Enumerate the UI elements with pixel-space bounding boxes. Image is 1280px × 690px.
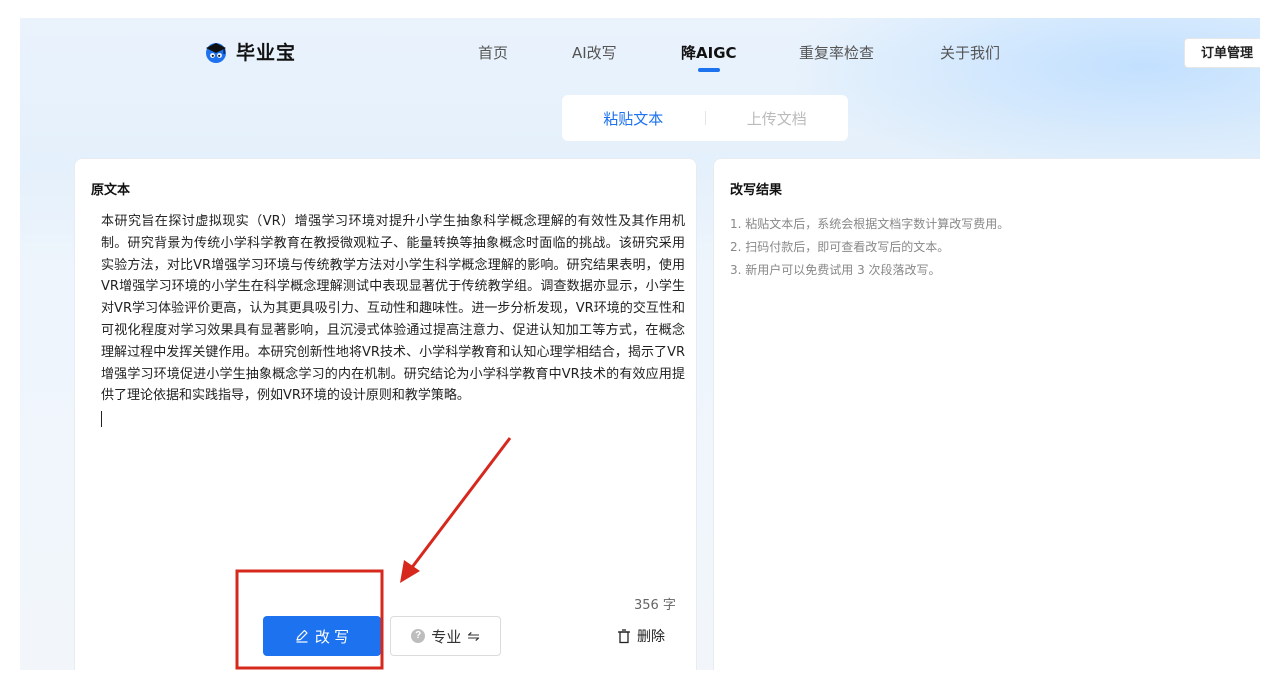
delete-button-label: 删除 (637, 629, 665, 645)
char-count-value: 356 (634, 598, 659, 613)
brand-name: 毕业宝 (236, 42, 297, 64)
nav-item-home[interactable]: 首页 (478, 42, 508, 63)
source-text-panel: 原文本 本研究旨在探讨虚拟现实（VR）增强学习环境对提升小学生抽象科学概念理解的… (74, 158, 697, 670)
source-text-input[interactable]: 本研究旨在探讨虚拟现实（VR）增强学习环境对提升小学生抽象科学概念理解的有效性及… (101, 211, 685, 428)
mode-toggle-button[interactable]: ? 专业 ⇋ (390, 616, 501, 656)
order-management-button[interactable]: 订单管理 (1184, 38, 1260, 68)
delete-button[interactable]: 删除 (617, 626, 665, 646)
nav-item-ai-rewrite[interactable]: AI改写 (572, 42, 617, 63)
app-window: 毕业宝 首页 AI改写 降AIGC 重复率检查 关于我们 订单管理 粘贴文本 上… (20, 18, 1260, 670)
tab-upload-document[interactable]: 上传文档 (706, 108, 849, 129)
text-caret (101, 411, 102, 428)
hint-item: 2. 扫码付款后，即可查看改写后的文本。 (730, 240, 950, 254)
graduation-cap-icon (206, 42, 226, 63)
result-panel-title: 改写结果 (730, 183, 783, 198)
nav-item-about-us[interactable]: 关于我们 (940, 42, 1000, 63)
nav-item-plagiarism-check[interactable]: 重复率检查 (799, 42, 874, 63)
source-panel-title: 原文本 (91, 183, 131, 198)
nav-active-indicator (698, 68, 720, 72)
question-icon: ? (411, 629, 426, 643)
swap-icon: ⇋ (467, 628, 480, 645)
rewrite-button[interactable]: 改 写 (263, 616, 381, 656)
source-text-content: 本研究旨在探讨虚拟现实（VR）增强学习环境对提升小学生抽象科学概念理解的有效性及… (101, 214, 685, 404)
trash-icon (618, 628, 630, 643)
brand-logo[interactable]: 毕业宝 (204, 38, 296, 65)
mode-toggle-label: 专业 (431, 628, 462, 646)
pencil-icon (296, 629, 308, 643)
tab-paste-text[interactable]: 粘贴文本 (562, 108, 705, 129)
hint-item: 3. 新用户可以免费试用 3 次段落改写。 (730, 263, 941, 277)
result-hints: 1. 粘贴文本后，系统会根据文档字数计算改写费用。 2. 扫码付款后，即可查看改… (730, 213, 1009, 282)
rewrite-button-label: 改 写 (314, 628, 350, 646)
input-mode-switch: 粘贴文本 上传文档 (562, 95, 848, 141)
hint-item: 1. 粘贴文本后，系统会根据文档字数计算改写费用。 (730, 217, 1010, 231)
rewrite-result-panel: 改写结果 1. 粘贴文本后，系统会根据文档字数计算改写费用。 2. 扫码付款后，… (713, 158, 1260, 670)
char-count: 356 字 (630, 594, 676, 613)
char-count-unit: 字 (662, 598, 676, 613)
nav-item-reduce-aigc[interactable]: 降AIGC (681, 42, 737, 63)
